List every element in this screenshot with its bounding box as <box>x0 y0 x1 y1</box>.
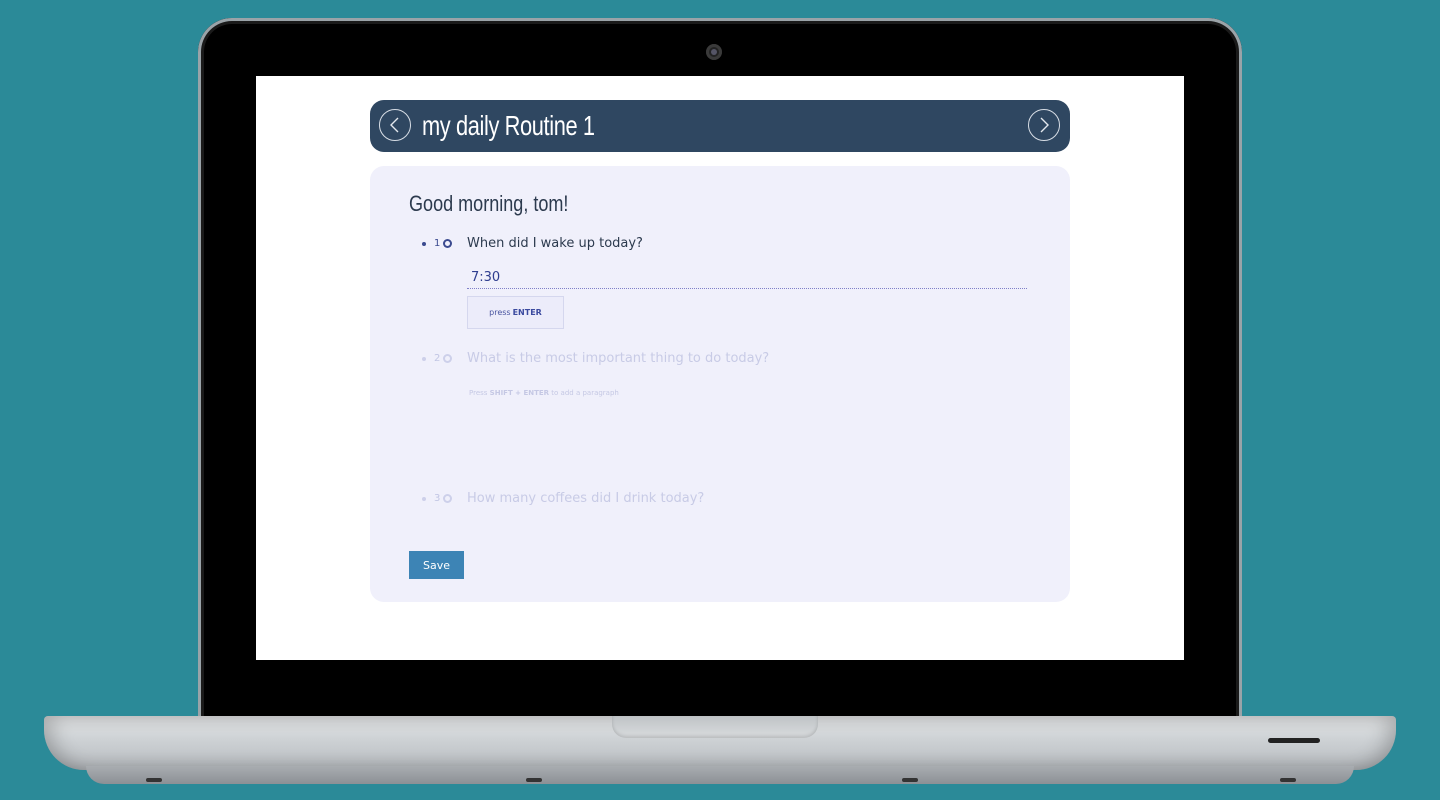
save-button[interactable]: Save <box>409 551 464 579</box>
arrow-right-circle-icon <box>443 494 452 503</box>
arrow-right-circle-icon <box>443 239 452 248</box>
next-routine-button[interactable] <box>1028 109 1060 141</box>
enter-button-prefix: press <box>489 308 511 317</box>
enter-button-key: ENTER <box>512 308 542 317</box>
laptop-base-bottom <box>86 766 1354 784</box>
list-bullet <box>422 357 426 361</box>
question-number: 3 <box>434 493 441 504</box>
greeting-heading: Good morning, tom! <box>409 191 569 216</box>
laptop-foot <box>526 778 542 782</box>
app-screen: my daily Routine 1 Good morning, tom! 1 … <box>256 76 1184 660</box>
chevron-right-icon <box>1040 117 1049 133</box>
routine-form-card: Good morning, tom! 1 When did I wake up … <box>370 166 1070 602</box>
laptop-foot <box>146 778 162 782</box>
press-enter-button[interactable]: press ENTER <box>467 296 564 329</box>
laptop-foot <box>902 778 918 782</box>
laptop-slot <box>1268 738 1320 743</box>
hint-prefix: Press <box>469 389 488 397</box>
laptop-opening-notch <box>612 716 818 738</box>
hint-suffix: to add a paragraph <box>551 389 619 397</box>
answer-input-1[interactable] <box>467 267 1027 289</box>
routine-header: my daily Routine 1 <box>370 100 1070 152</box>
chevron-left-icon <box>390 117 399 133</box>
arrow-right-circle-icon <box>443 354 452 363</box>
previous-routine-button[interactable] <box>379 109 411 141</box>
question-text: What is the most important thing to do t… <box>467 351 770 366</box>
list-bullet <box>422 497 426 501</box>
question-text: How many coffees did I drink today? <box>467 491 705 506</box>
hint-keys: SHIFT + ENTER <box>489 389 550 397</box>
question-text: When did I wake up today? <box>467 236 643 251</box>
laptop-foot <box>1280 778 1296 782</box>
question-number: 1 <box>434 238 441 249</box>
camera-icon <box>706 44 722 60</box>
page-title: my daily Routine 1 <box>422 110 595 141</box>
paragraph-hint: Press SHIFT + ENTER to add a paragraph <box>469 389 619 397</box>
question-number: 2 <box>434 353 441 364</box>
list-bullet <box>422 242 426 246</box>
